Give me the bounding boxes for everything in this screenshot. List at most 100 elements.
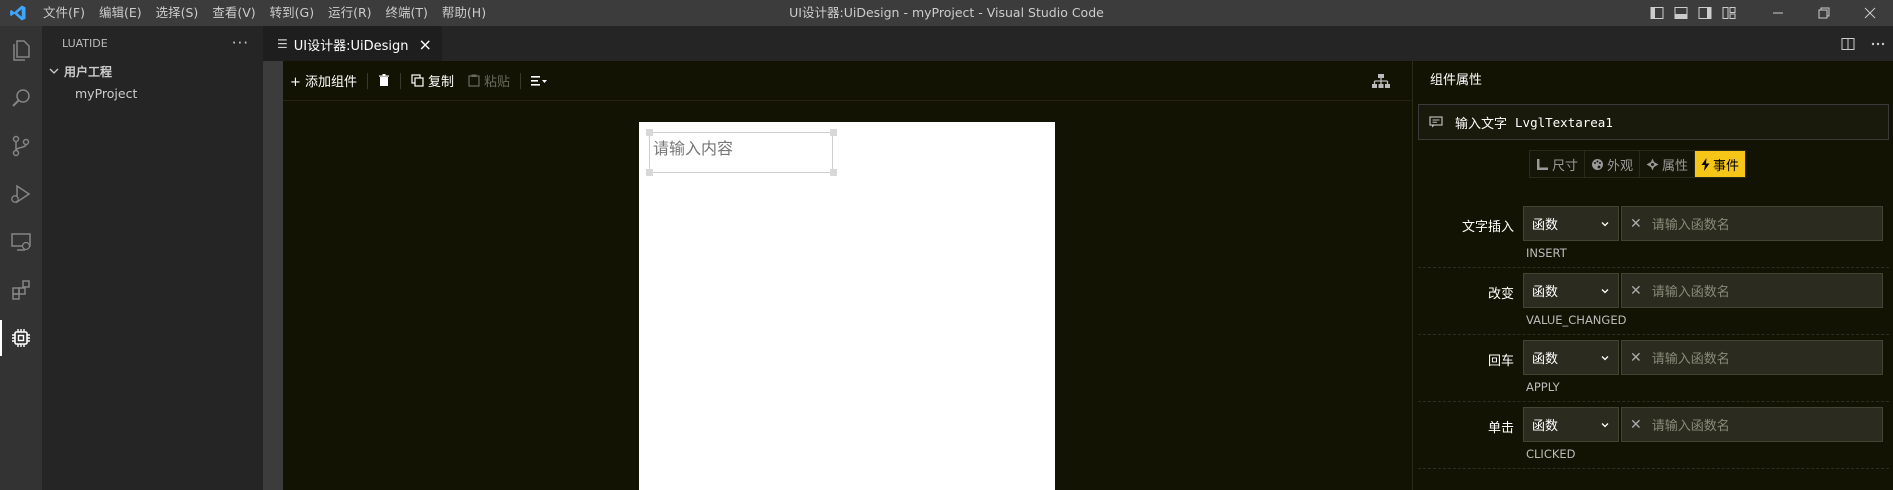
event-row-clicked: 单击 函数 ✕ 请输入函数名 CLICKED	[1418, 403, 1889, 469]
event-code: CLICKED	[1526, 447, 1576, 461]
minimize-icon[interactable]	[1755, 0, 1801, 26]
tab-bar: ☰ UI设计器:UiDesign ×	[263, 26, 1893, 61]
handler-type-value: 函数	[1532, 218, 1559, 233]
sidebar-title: LUATIDE	[62, 36, 108, 50]
handler-type-select[interactable]: 函数	[1523, 206, 1619, 241]
handler-type-select[interactable]: 函数	[1523, 273, 1619, 308]
clear-icon[interactable]: ✕	[1630, 350, 1642, 366]
component-tree-icon[interactable]	[1372, 73, 1390, 93]
event-code: APPLY	[1526, 380, 1560, 394]
menu-edit[interactable]: 编辑(E)	[92, 0, 149, 26]
component-type-label: 输入文字	[1455, 116, 1508, 132]
close-window-icon[interactable]	[1847, 0, 1893, 26]
properties-title: 组件属性	[1430, 73, 1483, 88]
menu-run[interactable]: 运行(R)	[321, 0, 378, 26]
tab-bar-actions	[1833, 26, 1893, 61]
resize-handle-bottom-left[interactable]	[646, 169, 653, 176]
activity-bar	[0, 26, 42, 490]
sidebar-header: LUATIDE ···	[42, 26, 263, 60]
tab-appearance[interactable]: 外观	[1585, 151, 1641, 177]
event-row-apply: 回车 函数 ✕ 请输入函数名 APPLY	[1418, 336, 1889, 402]
function-name-placeholder: 请输入函数名	[1651, 218, 1730, 233]
extensions-icon[interactable]	[0, 266, 42, 314]
restore-icon[interactable]	[1801, 0, 1847, 26]
run-debug-icon[interactable]	[0, 170, 42, 218]
source-control-icon[interactable]	[0, 122, 42, 170]
component-name: LvglTextarea1	[1515, 114, 1613, 130]
align-menu-button[interactable]	[524, 61, 556, 101]
more-actions-icon[interactable]: ···	[232, 34, 249, 52]
palette-icon	[1592, 158, 1604, 170]
search-icon[interactable]	[0, 74, 42, 122]
canvas-scroll-strip[interactable]	[263, 61, 283, 490]
event-row-value-changed: 改变 函数 ✕ 请输入函数名 VALUE_CHANGED	[1418, 269, 1889, 335]
function-name-input[interactable]: ✕ 请输入函数名	[1621, 273, 1883, 308]
function-name-input[interactable]: ✕ 请输入函数名	[1621, 206, 1883, 241]
menu-view[interactable]: 查看(V)	[205, 0, 262, 26]
tab-appearance-label: 外观	[1607, 158, 1634, 174]
align-dropdown-icon	[531, 75, 548, 86]
event-row-insert: 文字插入 函数 ✕ 请输入函数名 INSERT	[1418, 202, 1889, 268]
function-name-input[interactable]: ✕ 请输入函数名	[1621, 407, 1883, 442]
toggle-panel-icon[interactable]	[1669, 0, 1693, 26]
tab-attributes-label: 属性	[1662, 158, 1689, 174]
tab-events[interactable]: 事件	[1695, 151, 1746, 177]
paste-button[interactable]: 粘贴	[461, 61, 517, 101]
clear-icon[interactable]: ✕	[1630, 417, 1642, 433]
clear-icon[interactable]: ✕	[1630, 283, 1642, 299]
toggle-sidebar-icon[interactable]	[1645, 0, 1669, 26]
handler-type-select[interactable]: 函数	[1523, 340, 1619, 375]
function-name-placeholder: 请输入函数名	[1651, 352, 1730, 367]
resize-handle-top-right[interactable]	[830, 129, 837, 136]
menu-selection[interactable]: 选择(S)	[149, 0, 206, 26]
function-name-placeholder: 请输入函数名	[1651, 285, 1730, 300]
tab-attributes[interactable]: 属性	[1640, 151, 1696, 177]
handler-type-select[interactable]: 函数	[1523, 407, 1619, 442]
title-controls	[1645, 0, 1893, 26]
delete-button[interactable]	[371, 61, 397, 101]
luatide-chip-icon[interactable]	[0, 314, 42, 362]
event-code: INSERT	[1526, 246, 1567, 260]
tab-events-label: 事件	[1713, 158, 1740, 174]
tab-size[interactable]: 尺寸	[1530, 151, 1586, 177]
tab-ui-designer[interactable]: ☰ UI设计器:UiDesign ×	[263, 26, 442, 61]
menu-terminal[interactable]: 终端(T)	[379, 0, 435, 26]
ruler-icon	[1537, 158, 1548, 170]
menu-file[interactable]: 文件(F)	[36, 0, 92, 26]
vscode-logo-icon[interactable]	[0, 0, 36, 26]
properties-panel: 组件属性 输入文字 LvglTextarea1 尺寸 外观 属性 事件 文字插入…	[1412, 61, 1893, 490]
chevron-down-icon	[1601, 288, 1609, 293]
textarea-placeholder: 请输入内容	[653, 139, 734, 158]
more-actions-icon[interactable]	[1863, 26, 1893, 61]
add-component-button[interactable]: + 添加组件	[283, 61, 364, 101]
menu-help[interactable]: 帮助(H)	[435, 0, 493, 26]
split-editor-icon[interactable]	[1833, 26, 1863, 61]
resize-handle-bottom-right[interactable]	[830, 169, 837, 176]
resize-handle-top-left[interactable]	[646, 129, 653, 136]
copy-button[interactable]: 复制	[404, 61, 461, 101]
comment-icon	[1429, 116, 1443, 128]
toolbar-divider	[367, 72, 369, 89]
tree-item-project[interactable]: myProject	[42, 82, 263, 104]
explorer-icon[interactable]	[0, 26, 42, 74]
remote-explorer-icon[interactable]	[0, 218, 42, 266]
function-name-input[interactable]: ✕ 请输入函数名	[1621, 340, 1883, 375]
tab-close-icon[interactable]: ×	[419, 35, 432, 54]
design-canvas[interactable]: 请输入内容	[639, 122, 1055, 490]
property-tabs: 尺寸 外观 属性 事件	[1529, 150, 1747, 178]
menu-go[interactable]: 转到(G)	[263, 0, 321, 26]
customize-layout-icon[interactable]	[1717, 0, 1741, 26]
event-label: 单击	[1487, 421, 1514, 436]
event-label: 改变	[1487, 287, 1514, 302]
designer-toolbar: + 添加组件 复制 粘贴	[283, 61, 1433, 101]
toolbar-divider	[520, 72, 522, 89]
textarea-widget[interactable]: 请输入内容	[649, 132, 833, 173]
toggle-secondary-sidebar-icon[interactable]	[1693, 0, 1717, 26]
function-name-placeholder: 请输入函数名	[1651, 419, 1730, 434]
title-bar: 文件(F) 编辑(E) 选择(S) 查看(V) 转到(G) 运行(R) 终端(T…	[0, 0, 1893, 26]
event-label: 文字插入	[1461, 220, 1514, 235]
tree-root-user-projects[interactable]: 用户工程	[42, 60, 263, 82]
clear-icon[interactable]: ✕	[1630, 216, 1642, 232]
tab-size-label: 尺寸	[1552, 158, 1579, 174]
lines-icon: ☰	[277, 37, 288, 51]
